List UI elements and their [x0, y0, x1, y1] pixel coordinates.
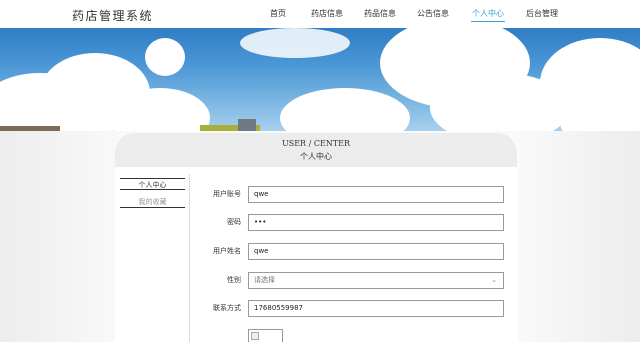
- name-input[interactable]: qwe: [248, 243, 504, 260]
- cloud-shape: [145, 38, 185, 76]
- nav-announcements[interactable]: 公告信息: [417, 0, 449, 28]
- password-input[interactable]: •••: [248, 214, 504, 231]
- nav-pharmacy-info[interactable]: 药店信息: [311, 0, 343, 28]
- broken-image-icon: [251, 332, 259, 340]
- section-title-box: USER / CENTER 个人中心: [115, 133, 517, 167]
- chevron-down-icon: ⌄: [491, 276, 497, 284]
- name-label: 用户姓名: [213, 247, 241, 255]
- section-title-en: USER / CENTER: [281, 139, 351, 148]
- sidebar: 个人中心 我的收藏: [115, 174, 190, 342]
- cloud-shape: [240, 28, 350, 58]
- account-label: 用户账号: [213, 190, 241, 198]
- form-row-name: 用户姓名 qwe: [196, 243, 506, 260]
- nav-home[interactable]: 首页: [270, 0, 286, 28]
- section-title-zh: 个人中心: [300, 152, 332, 161]
- site-logo[interactable]: 药店管理系统: [72, 7, 153, 24]
- building: [238, 119, 256, 131]
- form-row-password: 密码 •••: [196, 214, 506, 231]
- form-row-gender: 性别 请选择 ⌄: [196, 272, 506, 289]
- sidebar-item-favorites[interactable]: 我的收藏: [120, 196, 185, 208]
- sidebar-item-personal-center[interactable]: 个人中心: [120, 178, 185, 190]
- top-header: 药店管理系统 首页 药店信息 药品信息 公告信息 个人中心 后台管理: [0, 0, 640, 28]
- phone-input[interactable]: 17680559987: [248, 300, 504, 317]
- password-label: 密码: [227, 218, 241, 226]
- nav-personal-center[interactable]: 个人中心: [471, 0, 505, 28]
- gender-label: 性别: [227, 276, 241, 284]
- avatar-image[interactable]: [248, 329, 283, 342]
- cloud-shape: [280, 88, 410, 131]
- hero-banner: [0, 28, 640, 131]
- form-row-phone: 联系方式 17680559987: [196, 300, 506, 317]
- nav-backend-admin[interactable]: 后台管理: [526, 0, 558, 28]
- form-row-account: 用户账号 qwe: [196, 186, 506, 203]
- nav-medicine-info[interactable]: 药品信息: [364, 0, 396, 28]
- account-input[interactable]: qwe: [248, 186, 504, 203]
- gender-select[interactable]: 请选择 ⌄: [248, 272, 504, 289]
- phone-label: 联系方式: [213, 304, 241, 312]
- gender-select-placeholder: 请选择: [254, 276, 275, 284]
